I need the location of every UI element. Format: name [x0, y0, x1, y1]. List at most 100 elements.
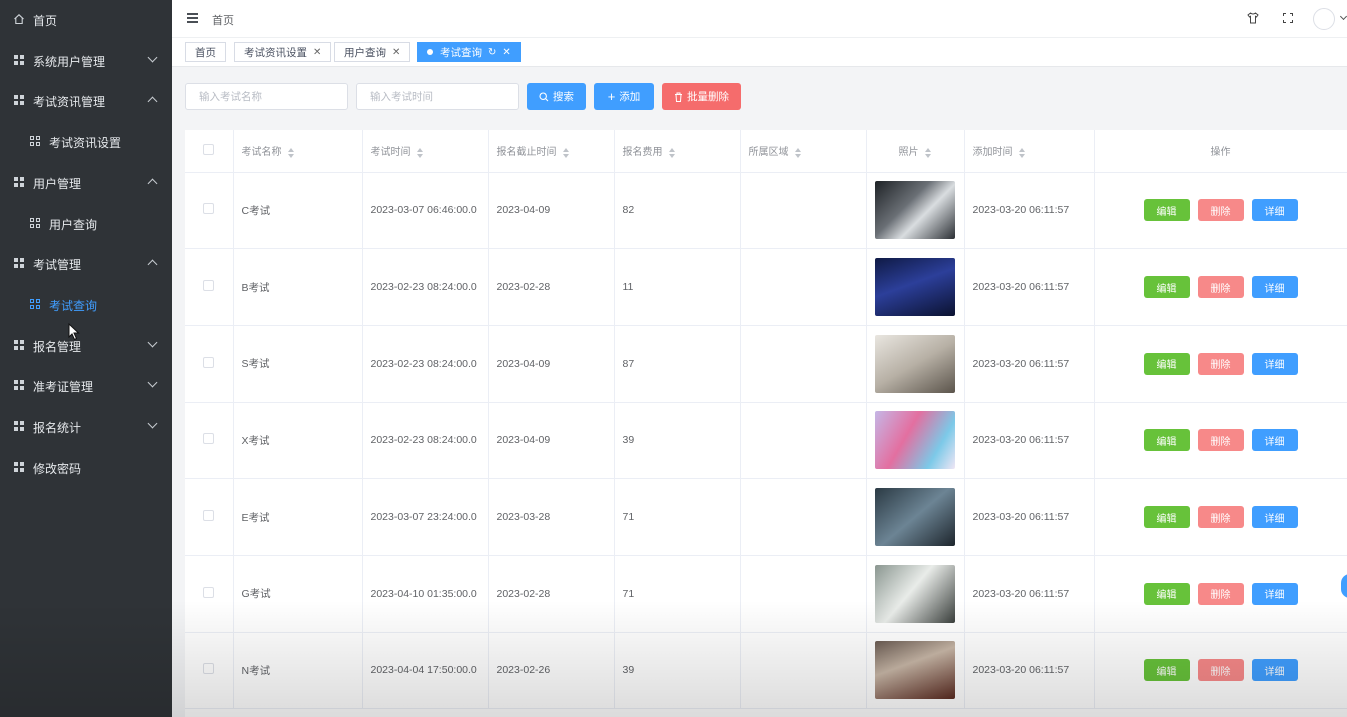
- column-header[interactable]: 所属区域: [740, 130, 867, 173]
- delete-button[interactable]: 删除: [1197, 429, 1244, 452]
- floating-action-button[interactable]: [1341, 574, 1347, 598]
- edit-button[interactable]: 编辑: [1143, 582, 1190, 605]
- column-header[interactable]: 添加时间: [964, 130, 1095, 173]
- delete-button[interactable]: 删除: [1197, 199, 1244, 222]
- sort-icon[interactable]: [924, 147, 932, 158]
- column-header[interactable]: 报名截止时间: [488, 130, 615, 173]
- exam-photo[interactable]: [875, 334, 955, 393]
- delete-button[interactable]: 删除: [1197, 506, 1244, 529]
- detail-button[interactable]: 详细: [1251, 276, 1298, 299]
- row-checkbox-cell: [185, 325, 234, 403]
- tab-tag-label: 考试查询: [440, 46, 482, 59]
- delete-button[interactable]: 删除: [1197, 582, 1244, 605]
- search-button[interactable]: 搜索: [527, 83, 586, 110]
- table-row[interactable]: E考试 2023-03-07 23:24:00.0 2023-03-28 71 2023…: [185, 478, 1347, 556]
- detail-button[interactable]: 详细: [1251, 199, 1298, 222]
- close-icon[interactable]: ✕: [313, 47, 321, 58]
- chevron-down-icon[interactable]: [1339, 12, 1347, 21]
- sidebar-item[interactable]: 报名管理: [0, 326, 172, 367]
- column-header[interactable]: 照片: [866, 130, 965, 173]
- sidebar-item-label: 首页: [33, 14, 58, 28]
- chevron-down-icon: [147, 52, 158, 63]
- row-checkbox[interactable]: [203, 203, 215, 215]
- row-checkbox[interactable]: [203, 663, 215, 675]
- row-checkbox[interactable]: [203, 586, 215, 598]
- tab-tag[interactable]: 考试资讯设置 ✕: [234, 42, 332, 62]
- tab-tag[interactable]: 考试查询 ↻ ✕: [417, 42, 521, 62]
- row-checkbox[interactable]: [203, 356, 215, 368]
- cell-exam-name: C考试: [233, 172, 363, 250]
- detail-button[interactable]: 详细: [1251, 352, 1298, 375]
- table-row[interactable]: N考试 2023-04-04 17:50:00.0 2023-02-26 39 2023…: [185, 632, 1347, 710]
- sidebar-item[interactable]: 首页: [0, 0, 172, 41]
- exam-photo[interactable]: [875, 641, 955, 700]
- sidebar-item[interactable]: 修改密码: [0, 448, 172, 489]
- tab-tag[interactable]: 用户查询 ✕: [334, 42, 411, 62]
- sidebar-item[interactable]: 用户查询: [0, 204, 172, 245]
- sidebar-item[interactable]: 考试资讯管理: [0, 81, 172, 122]
- column-header[interactable]: 考试时间: [362, 130, 489, 173]
- fullscreen-icon[interactable]: [1283, 13, 1293, 23]
- detail-button[interactable]: 详细: [1251, 582, 1298, 605]
- edit-button[interactable]: 编辑: [1143, 506, 1190, 529]
- sidebar-item[interactable]: 报名统计: [0, 407, 172, 448]
- theme-shirt-icon[interactable]: [1247, 12, 1259, 24]
- delete-button[interactable]: 删除: [1197, 659, 1244, 682]
- select-all-checkbox[interactable]: [203, 143, 215, 155]
- breadcrumb[interactable]: 首页: [212, 12, 234, 28]
- add-button[interactable]: + 添加: [594, 83, 654, 110]
- batch-delete-button[interactable]: 批量删除: [662, 83, 741, 110]
- refresh-icon[interactable]: ↻: [488, 47, 496, 58]
- sidebar-item[interactable]: 系统用户管理: [0, 41, 172, 82]
- detail-button[interactable]: 详细: [1251, 429, 1298, 452]
- sort-icon[interactable]: [668, 147, 676, 158]
- sidebar-item[interactable]: 准考证管理: [0, 366, 172, 407]
- edit-button[interactable]: 编辑: [1143, 276, 1190, 299]
- table-row[interactable]: C考试 2023-03-07 06:46:00.0 2023-04-09 82 2023…: [185, 172, 1347, 250]
- menu-toggle-icon[interactable]: [187, 13, 198, 23]
- exam-photo[interactable]: [875, 488, 955, 547]
- sort-icon[interactable]: [416, 147, 424, 158]
- sort-icon[interactable]: [794, 147, 802, 158]
- cell-fee: 82: [614, 172, 741, 250]
- cell-actions: 编辑 删除 详细: [1094, 325, 1347, 403]
- tab-tag[interactable]: 首页: [185, 42, 226, 62]
- apps-icon: [30, 217, 40, 228]
- exam-time-input[interactable]: 输入考试时间: [356, 83, 519, 110]
- sidebar-item[interactable]: 用户管理: [0, 163, 172, 204]
- detail-button[interactable]: 详细: [1251, 506, 1298, 529]
- cell-deadline: 2023-04-09: [488, 402, 615, 480]
- table-row[interactable]: G考试 2023-04-10 01:35:00.0 2023-02-28 71 2023…: [185, 555, 1347, 633]
- row-checkbox[interactable]: [203, 510, 215, 522]
- main-content: 输入考试名称 输入考试时间 搜索 + 添加 批量删除 考试名称 考试时间 报名截…: [172, 67, 1347, 717]
- exam-name-input[interactable]: 输入考试名称: [185, 83, 348, 110]
- cell-exam-name: B考试: [233, 248, 363, 326]
- exam-photo[interactable]: [875, 411, 955, 470]
- sort-icon[interactable]: [1018, 147, 1026, 158]
- row-checkbox[interactable]: [203, 433, 215, 445]
- sidebar-item[interactable]: 考试资讯设置: [0, 122, 172, 163]
- avatar[interactable]: [1313, 8, 1335, 30]
- exam-photo[interactable]: [875, 258, 955, 317]
- exam-photo[interactable]: [875, 181, 955, 240]
- edit-button[interactable]: 编辑: [1143, 352, 1190, 375]
- column-header[interactable]: 考试名称: [233, 130, 363, 173]
- delete-button[interactable]: 删除: [1197, 352, 1244, 375]
- sort-icon[interactable]: [562, 147, 570, 158]
- edit-button[interactable]: 编辑: [1143, 199, 1190, 222]
- sidebar-item[interactable]: 考试查询: [0, 285, 172, 326]
- edit-button[interactable]: 编辑: [1143, 659, 1190, 682]
- close-icon[interactable]: ✕: [502, 47, 510, 58]
- row-checkbox[interactable]: [203, 280, 215, 292]
- sidebar-item[interactable]: 考试管理: [0, 244, 172, 285]
- exam-photo[interactable]: [875, 564, 955, 623]
- sort-icon[interactable]: [287, 147, 295, 158]
- column-header[interactable]: 报名费用: [614, 130, 741, 173]
- table-row[interactable]: B考试 2023-02-23 08:24:00.0 2023-02-28 11 2023…: [185, 248, 1347, 326]
- table-row[interactable]: S考试 2023-02-23 08:24:00.0 2023-04-09 87 2023…: [185, 325, 1347, 403]
- detail-button[interactable]: 详细: [1251, 659, 1298, 682]
- table-row[interactable]: X考试 2023-02-23 08:24:00.0 2023-04-09 39 2023…: [185, 402, 1347, 480]
- delete-button[interactable]: 删除: [1197, 276, 1244, 299]
- close-icon[interactable]: ✕: [392, 47, 400, 58]
- edit-button[interactable]: 编辑: [1143, 429, 1190, 452]
